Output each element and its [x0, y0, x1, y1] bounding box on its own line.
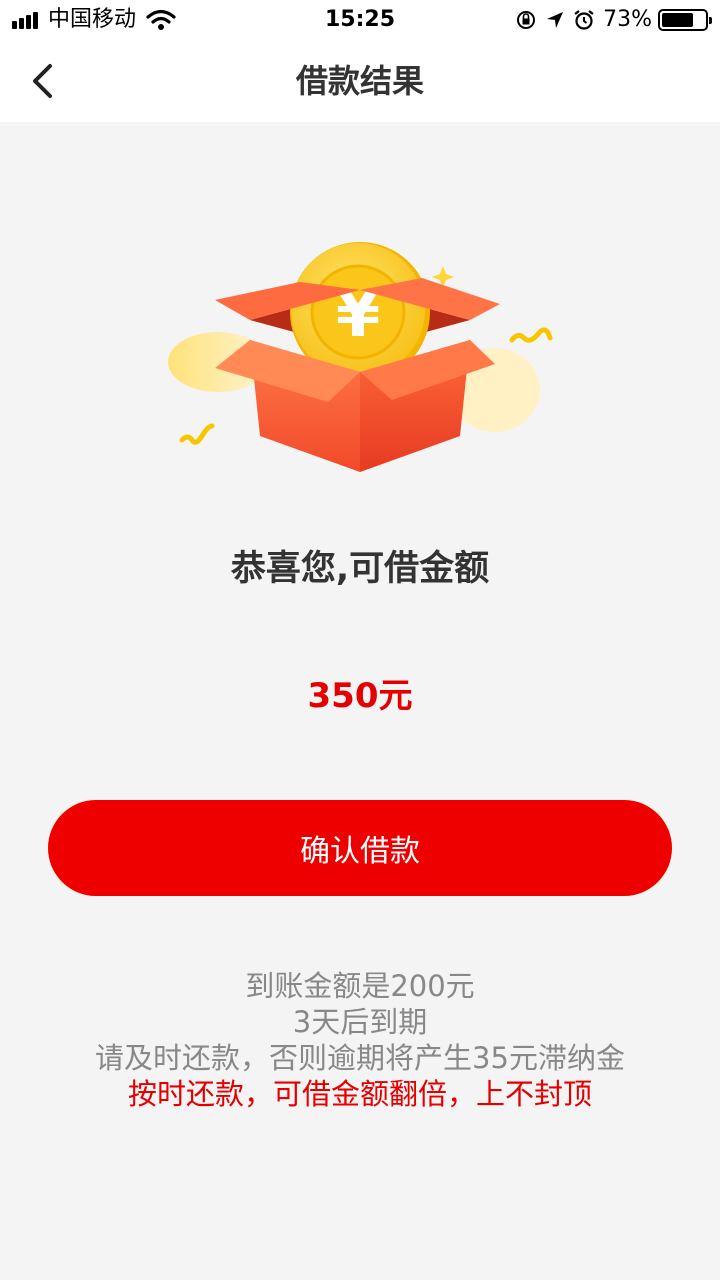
- note-promotion: 按时还款，可借金额翻倍，上不封顶: [127, 1077, 592, 1111]
- status-bar: 中国移动 15:25 73%: [0, 0, 720, 40]
- location-icon: [547, 12, 564, 28]
- loan-amount: 350元: [307, 676, 413, 716]
- notes: 到账金额是200元 3天后到期 请及时还款，否则逾期将产生35元滞纳金 按时还款…: [0, 968, 720, 1112]
- battery-fill: [662, 13, 693, 27]
- battery-percent: 73%: [603, 7, 652, 32]
- squiggle-left: [179, 423, 215, 445]
- note-late-fee: 请及时还款，否则逾期将产生35元滞纳金: [95, 1041, 625, 1075]
- alarm-icon: [574, 10, 594, 30]
- status-right: 73%: [515, 6, 712, 34]
- congrats-text: 恭喜您,可借金额: [230, 549, 490, 589]
- squiggle-right: [509, 327, 553, 343]
- confirm-loan-button[interactable]: 确认借款: [48, 800, 672, 896]
- page-title: 借款结果: [295, 62, 424, 100]
- note-arrival-amount: 到账金额是200元: [245, 969, 475, 1003]
- battery-icon: [658, 9, 712, 31]
- rotation-lock-icon: [517, 11, 536, 29]
- gift-box-illustration: ¥: [168, 242, 553, 472]
- note-due-date: 3天后到期: [292, 1005, 428, 1039]
- nav-bar: 借款结果: [0, 40, 720, 122]
